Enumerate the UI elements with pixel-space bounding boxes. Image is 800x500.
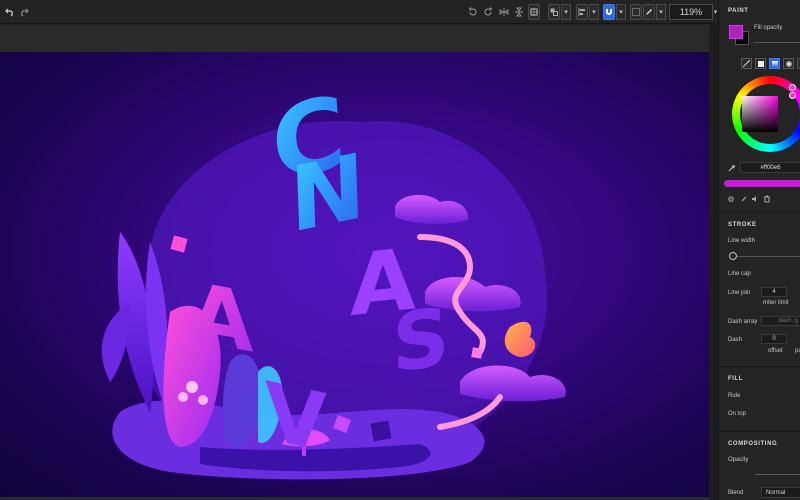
view-mode-icon[interactable] — [630, 4, 642, 20]
settings-gear-icon[interactable]: ⚙ — [726, 194, 736, 204]
section-divider — [719, 212, 800, 213]
section-divider — [719, 366, 800, 367]
align-icon[interactable] — [576, 4, 588, 20]
opacity-label: Opacity — [728, 457, 749, 463]
arrange-dropdown[interactable]: ▾ — [561, 4, 571, 20]
paint-flat-button[interactable] — [755, 58, 766, 69]
fill-color-swatch[interactable] — [729, 25, 743, 39]
fill-rule-label: Rule — [728, 393, 741, 399]
artboard[interactable]: C A N V A S — [0, 52, 709, 497]
rotate-right-icon[interactable] — [482, 4, 494, 20]
section-divider — [719, 431, 800, 432]
top-toolbar: ▾ ▾ ▾ ▾ 119% ▾ — [0, 0, 718, 24]
zoom-level[interactable]: 119% — [669, 4, 713, 20]
pen-icon[interactable] — [643, 4, 655, 20]
blend-mode-select[interactable]: Normal — [761, 487, 800, 498]
flip-horizontal-icon[interactable] — [498, 4, 510, 20]
canvas-workspace[interactable]: C A N V A S — [0, 25, 718, 500]
line-join-label: Line join — [728, 290, 751, 296]
redo-icon[interactable] — [18, 4, 30, 20]
stroke-section-title: STROKE — [728, 222, 757, 228]
letter-n: N — [288, 134, 367, 253]
miter-limit-label: miter limit — [763, 300, 789, 306]
on-top-label: On top — [728, 411, 747, 417]
rotate-left-icon[interactable] — [467, 4, 479, 20]
paint-none-button[interactable] — [741, 58, 752, 69]
trash-icon[interactable] — [762, 194, 772, 204]
link-icon[interactable] — [739, 194, 749, 204]
dash-array-label: Dash array — [728, 319, 758, 325]
app-window: ▾ ▾ ▾ ▾ 119% ▾ C A N V A S PAINT Fill op… — [0, 0, 800, 500]
arrange-icon[interactable] — [548, 4, 560, 20]
undo-icon[interactable] — [4, 4, 16, 20]
align-dropdown[interactable]: ▾ — [589, 4, 599, 20]
dash-offset-input[interactable]: 0 — [761, 334, 787, 344]
sv-handle[interactable] — [789, 92, 796, 99]
pattern-label: pa — [795, 348, 800, 354]
color-preview-bar — [724, 180, 800, 187]
offset-label: offset — [768, 348, 783, 354]
dash-array-input[interactable]: dash, g — [761, 316, 800, 326]
paint-radial-gradient-button[interactable] — [783, 58, 794, 69]
line-width-label: Line width — [728, 238, 756, 244]
saturation-value-square[interactable] — [742, 96, 778, 132]
fill-section-title: FILL — [728, 376, 744, 382]
properties-panel: PAINT Fill opacity #ff00e6 ⚙ STROKE Line… — [718, 0, 800, 500]
snap-dropdown[interactable]: ▾ — [616, 4, 626, 20]
letter-a1: A — [190, 265, 254, 371]
line-width-knob[interactable] — [729, 252, 737, 260]
paint-section-title: PAINT — [728, 8, 749, 14]
fill-opacity-slider[interactable] — [754, 42, 800, 43]
dash-label: Dash — [728, 337, 743, 343]
letter-s: S — [392, 289, 450, 391]
vertical-scrollbar[interactable] — [709, 25, 718, 500]
hex-color-input[interactable]: #ff00e6 — [740, 162, 800, 173]
paint-linear-gradient-button[interactable] — [769, 58, 780, 69]
hue-handle[interactable] — [789, 84, 796, 91]
sound-icon[interactable] — [750, 194, 760, 204]
miter-limit-input[interactable]: 4 — [761, 287, 787, 297]
view-dropdown[interactable]: ▾ — [656, 4, 666, 20]
blend-label: Blend — [728, 490, 744, 496]
snap-magnet-icon[interactable] — [603, 4, 615, 20]
letter-v: V — [265, 365, 327, 471]
eyedropper-icon[interactable] — [727, 163, 737, 173]
line-cap-label: Line cap — [728, 271, 751, 277]
compositing-section-title: COMPOSITING — [728, 441, 778, 447]
canvas-artwork: C A N V A S — [101, 73, 566, 480]
opacity-slider[interactable] — [755, 474, 800, 475]
flip-vertical-icon[interactable] — [513, 4, 525, 20]
line-width-slider[interactable] — [733, 256, 800, 257]
transform-icon[interactable] — [528, 4, 540, 20]
fill-opacity-label: Fill opacity — [754, 25, 783, 31]
